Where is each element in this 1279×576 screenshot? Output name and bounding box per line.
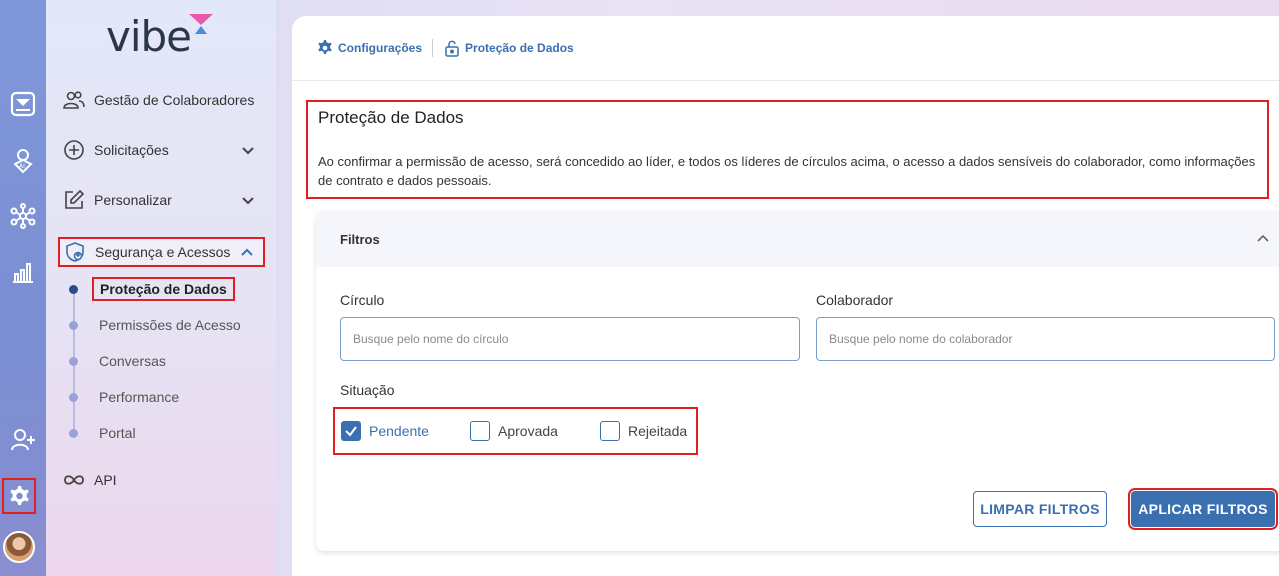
people-icon: [62, 88, 86, 112]
page-description: Ao confirmar a permissão de acesso, será…: [318, 154, 1256, 188]
email-icon[interactable]: [3, 86, 43, 122]
circle-search-input[interactable]: [340, 317, 800, 361]
chevron-down-icon: [242, 147, 254, 155]
submenu-dot: [69, 321, 78, 330]
avatar[interactable]: [3, 531, 35, 563]
employee-search-input[interactable]: [816, 317, 1275, 361]
checkbox-label: Pendente: [369, 423, 429, 439]
submenu-item-portal[interactable]: Portal: [91, 421, 144, 445]
submenu-dot: [69, 285, 78, 294]
breadcrumb-item[interactable]: Proteção de Dados: [465, 41, 574, 55]
status-checkbox-group: Pendente Aprovada Rejeitada: [333, 407, 698, 455]
sidebar-item-label: Personalizar: [94, 192, 172, 208]
icon-rail: AI: [0, 0, 46, 576]
apply-filters-button[interactable]: APLICAR FILTROS: [1128, 488, 1278, 530]
checkbox-unchecked[interactable]: [470, 421, 490, 441]
main-panel: Configurações Proteção de Dados Proteção…: [292, 16, 1279, 576]
breadcrumb: Configurações Proteção de Dados: [316, 39, 574, 57]
submenu-item-permissoes[interactable]: Permissões de Acesso: [91, 313, 249, 337]
chart-icon[interactable]: [3, 254, 43, 290]
sidebar-item-label: Gestão de Colaboradores: [94, 92, 255, 108]
status-option-rejeitada[interactable]: Rejeitada: [600, 421, 687, 441]
sidebar-item-solicitacoes[interactable]: Solicitações: [54, 133, 268, 167]
gear-icon: [318, 40, 332, 54]
logo: vibe: [106, 12, 192, 61]
logo-mark-icon: [189, 14, 213, 34]
svg-text:AI: AI: [19, 163, 25, 170]
sidebar-item-label: Solicitações: [94, 142, 169, 158]
submenu-dot: [69, 429, 78, 438]
chevron-up-icon[interactable]: [1255, 231, 1271, 247]
circle-label: Círculo: [340, 292, 385, 308]
checkbox-label: Rejeitada: [628, 423, 688, 439]
sidebar: vibe Gestão de Colaboradores Solicitaçõe…: [46, 0, 276, 576]
gear-icon[interactable]: [2, 478, 36, 514]
ai-location-icon[interactable]: AI: [3, 142, 43, 178]
clear-filters-button[interactable]: LIMPAR FILTROS: [973, 491, 1107, 527]
checkbox-unchecked[interactable]: [600, 421, 620, 441]
submenu-item-conversas[interactable]: Conversas: [91, 349, 174, 373]
sidebar-item-label: API: [94, 472, 117, 488]
page-title: Proteção de Dados: [318, 108, 464, 127]
chevron-down-icon: [242, 197, 254, 205]
infinity-icon: [62, 468, 86, 492]
submenu-item-performance[interactable]: Performance: [91, 385, 187, 409]
sidebar-item-seguranca[interactable]: Segurança e Acessos: [58, 237, 265, 267]
employee-label: Colaborador: [816, 292, 894, 308]
filter-panel: Filtros Círculo Colaborador Situação Pen…: [316, 211, 1279, 551]
status-label: Situação: [340, 382, 395, 398]
sidebar-item-label: Segurança e Acessos: [95, 244, 231, 260]
submenu-dot: [69, 357, 78, 366]
network-icon[interactable]: [3, 198, 43, 234]
breadcrumb-separator: [432, 39, 434, 57]
status-option-pendente[interactable]: Pendente: [341, 421, 429, 441]
status-option-aprovada[interactable]: Aprovada: [470, 421, 558, 441]
check-icon: [345, 426, 357, 437]
shield-user-icon: [63, 240, 87, 264]
sidebar-item-gestao[interactable]: Gestão de Colaboradores: [54, 83, 268, 117]
submenu-dot: [69, 393, 78, 402]
checkbox-checked[interactable]: [341, 421, 361, 441]
filter-title: Filtros: [340, 232, 380, 247]
header-divider: [292, 80, 1279, 81]
lock-icon: [445, 40, 459, 57]
sidebar-item-personalizar[interactable]: Personalizar: [54, 183, 268, 217]
page-header: Proteção de Dados Ao confirmar a permiss…: [306, 100, 1269, 199]
plus-circle-icon: [62, 138, 86, 162]
add-user-icon[interactable]: [3, 422, 43, 458]
chevron-up-icon: [241, 248, 253, 256]
breadcrumb-item[interactable]: Configurações: [338, 41, 422, 55]
filter-header[interactable]: Filtros: [316, 211, 1279, 267]
edit-icon: [62, 188, 86, 212]
checkbox-label: Aprovada: [498, 423, 558, 439]
sidebar-item-api[interactable]: API: [54, 463, 268, 497]
submenu-item-protecao[interactable]: Proteção de Dados: [92, 277, 235, 301]
